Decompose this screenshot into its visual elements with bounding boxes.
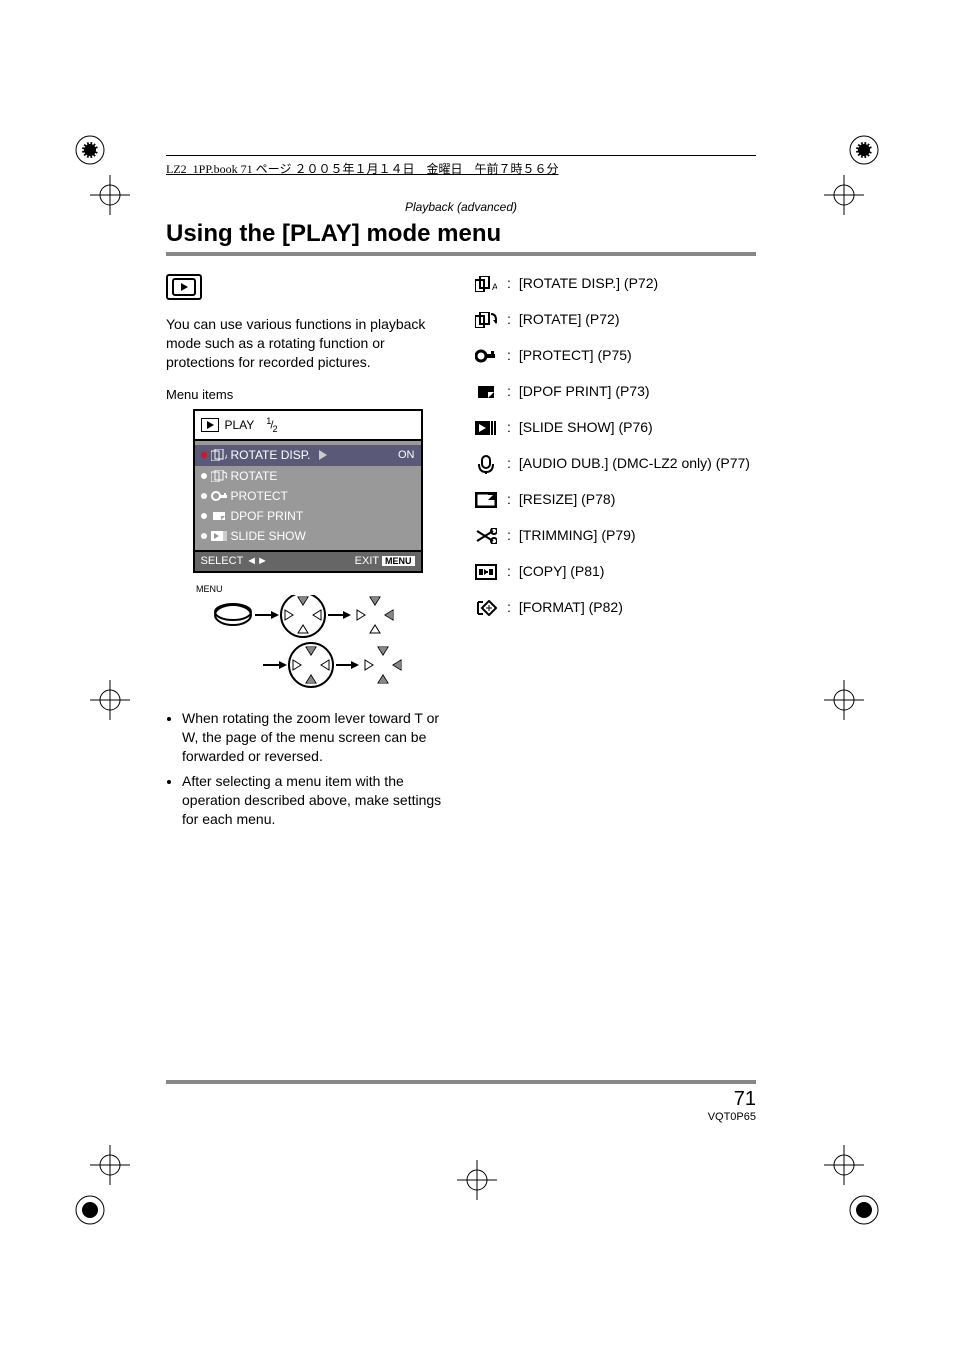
note-item: When rotating the zoom lever toward T or…: [182, 709, 449, 766]
function-item: :[AUDIO DUB.] (DMC-LZ2 only) (P77): [473, 454, 756, 474]
menu-foot-menu: MENU: [382, 556, 415, 566]
menu-items-label: Menu items: [166, 386, 449, 404]
menu-footer: SELECT ◄► EXIT MENU: [195, 550, 421, 571]
regmark-icon: [844, 130, 884, 170]
function-label: [SLIDE SHOW] (P76): [519, 418, 653, 437]
menu-row-value: ON: [398, 448, 415, 463]
function-item: :[SLIDE SHOW] (P76): [473, 418, 756, 438]
protect-icon: [211, 490, 227, 502]
bullet-icon: [201, 493, 207, 499]
crosshair-icon: [824, 175, 864, 215]
bullet-icon: [201, 513, 207, 519]
function-label: [AUDIO DUB.] (DMC-LZ2 only) (P77): [519, 454, 750, 473]
function-item: :[ROTATE] (P72): [473, 310, 756, 330]
function-item: :[DPOF PRINT] (P73): [473, 382, 756, 402]
function-label: [ROTATE DISP.] (P72): [519, 274, 658, 293]
function-label: [FORMAT] (P82): [519, 598, 623, 617]
menu-row-label: PROTECT: [231, 488, 288, 504]
resize-icon: [473, 490, 499, 510]
title-rule: [166, 252, 756, 256]
function-item: :[PROTECT] (P75): [473, 346, 756, 366]
notes-list: When rotating the zoom lever toward T or…: [166, 709, 449, 828]
svg-text:A: A: [492, 282, 497, 292]
menu-row: ROTATE: [195, 466, 421, 486]
page-code: VQT0P65: [166, 1111, 756, 1123]
bullet-icon: [201, 473, 207, 479]
function-label: [DPOF PRINT] (P73): [519, 382, 650, 401]
dpof-icon: [211, 510, 227, 522]
dpof-icon: [473, 382, 499, 402]
note-item: After selecting a menu item with the ope…: [182, 772, 449, 829]
function-label: [TRIMMING] (P79): [519, 526, 636, 545]
function-item: :[FORMAT] (P82): [473, 598, 756, 618]
intro-text: You can use various functions in playbac…: [166, 315, 449, 372]
page-number: 71: [166, 1088, 756, 1111]
play-icon: [201, 418, 219, 432]
menu-row: DPOF PRINT: [195, 506, 421, 526]
print-header: LZ2_1PP.book 71 ページ ２００５年１月１４日 金曜日 午前７時５…: [166, 155, 756, 177]
menu-row: PROTECT: [195, 486, 421, 506]
nav-menu-label: MENU: [196, 583, 449, 595]
menu-row-label: ROTATE: [231, 468, 278, 484]
rotate-icon: [211, 470, 227, 482]
menu-page-indicator: 1/2: [266, 415, 276, 435]
chevron-right-icon: [319, 450, 327, 460]
menu-row-label: SLIDE SHOW: [231, 528, 306, 544]
function-list: A:[ROTATE DISP.] (P72) :[ROTATE] (P72) :…: [473, 274, 756, 618]
format-icon: [473, 598, 499, 618]
print-header-text: LZ2_1PP.book 71 ページ ２００５年１月１４日 金曜日 午前７時５…: [166, 162, 558, 176]
function-item: A:[ROTATE DISP.] (P72): [473, 274, 756, 294]
svg-text:A: A: [225, 454, 227, 461]
bullet-icon: [201, 452, 207, 458]
page-title: Using the [PLAY] mode menu: [166, 220, 756, 248]
trimming-icon: [473, 526, 499, 546]
menu-foot-exit: EXIT: [355, 555, 379, 567]
crosshair-icon: [824, 680, 864, 720]
protect-icon: [473, 346, 499, 366]
function-item: :[COPY] (P81): [473, 562, 756, 582]
menu-figure: PLAY 1/2 A ROTATE DISP. ON ROTATE PROTEC…: [193, 409, 423, 573]
function-label: [COPY] (P81): [519, 562, 605, 581]
menu-title-bar: PLAY 1/2: [195, 411, 421, 441]
menu-body: A ROTATE DISP. ON ROTATE PROTECT DPOF PR…: [195, 441, 421, 550]
menu-row: A ROTATE DISP. ON: [195, 445, 421, 465]
function-label: [ROTATE] (P72): [519, 310, 620, 329]
function-item: :[TRIMMING] (P79): [473, 526, 756, 546]
function-label: [PROTECT] (P75): [519, 346, 632, 365]
slideshow-icon: [211, 530, 227, 542]
function-label: [RESIZE] (P78): [519, 490, 615, 509]
rotate-disp-icon: A: [473, 274, 499, 294]
page-footer: 71 VQT0P65: [166, 1080, 756, 1123]
rotate-icon: [473, 310, 499, 330]
navigation-figure: MENU: [166, 583, 449, 695]
rotate-disp-icon: A: [211, 449, 227, 461]
crosshair-icon: [90, 680, 130, 720]
function-item: :[RESIZE] (P78): [473, 490, 756, 510]
menu-row-label: ROTATE DISP.: [231, 447, 311, 463]
menu-row: SLIDE SHOW: [195, 526, 421, 546]
play-mode-icon: [166, 274, 202, 300]
menu-title-text: PLAY: [225, 417, 255, 433]
bullet-icon: [201, 533, 207, 539]
copy-icon: [473, 562, 499, 582]
audio-dub-icon: [473, 454, 499, 474]
regmark-icon: [70, 130, 110, 170]
section-header: Playback (advanced): [166, 200, 756, 214]
slideshow-icon: [473, 418, 499, 438]
crosshair-icon: [457, 1160, 497, 1200]
footer-rule: [166, 1080, 756, 1084]
regmark-icon: [70, 1190, 110, 1230]
regmark-icon: [844, 1190, 884, 1230]
menu-foot-select: SELECT: [201, 555, 244, 567]
menu-row-label: DPOF PRINT: [231, 508, 304, 524]
crosshair-icon: [90, 175, 130, 215]
crosshair-icon: [824, 1145, 864, 1185]
crosshair-icon: [90, 1145, 130, 1185]
